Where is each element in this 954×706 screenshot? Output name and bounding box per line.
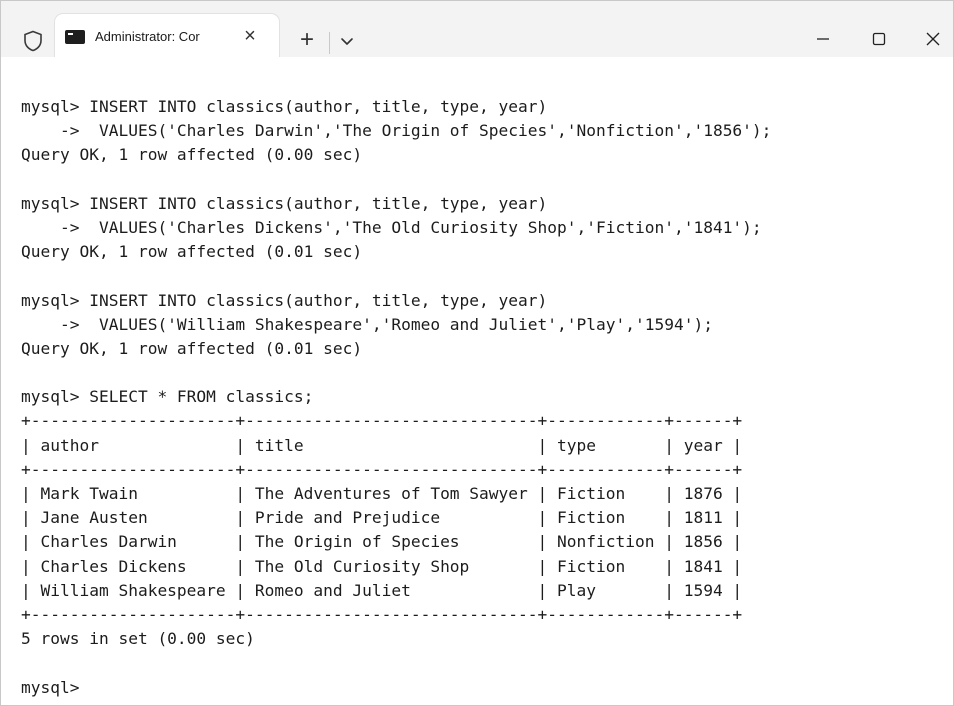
table-row: | William Shakespeare | Romeo and Juliet… <box>21 580 743 600</box>
table-row: | Jane Austen | Pride and Prejudice | Fi… <box>21 508 743 528</box>
maximize-button[interactable] <box>859 23 899 55</box>
terminal-line: mysql> INSERT INTO classics(author, titl… <box>21 193 548 213</box>
tab-close-button[interactable]: × <box>237 23 263 49</box>
table-row: | Charles Dickens | The Old Curiosity Sh… <box>21 556 743 576</box>
terminal-line: -> VALUES('Charles Dickens','The Old Cur… <box>21 217 762 237</box>
tab-separator <box>329 32 330 54</box>
terminal-prompt[interactable]: mysql> <box>21 676 771 700</box>
tab-administrator-console[interactable]: Administrator: Cor × <box>55 14 279 57</box>
chevron-down-icon[interactable] <box>335 28 359 54</box>
terminal-window: Administrator: Cor × + mysql> INSERT INT… <box>0 0 954 706</box>
new-tab-button[interactable]: + <box>293 27 321 55</box>
table-header-row: | author | title | type | year | <box>21 435 743 455</box>
terminal-line: Query OK, 1 row affected (0.01 sec) <box>21 242 363 262</box>
terminal-output[interactable]: mysql> INSERT INTO classics(author, titl… <box>1 57 953 705</box>
terminal-line: mysql> SELECT * FROM classics; <box>21 387 314 407</box>
terminal-line: mysql> INSERT INTO classics(author, titl… <box>21 290 548 310</box>
terminal-line: Query OK, 1 row affected (0.01 sec) <box>21 338 363 358</box>
title-bar[interactable]: Administrator: Cor × + <box>1 1 953 57</box>
close-window-button[interactable] <box>913 23 953 55</box>
shield-icon <box>24 30 42 52</box>
terminal-line: mysql> INSERT INTO classics(author, titl… <box>21 97 548 116</box>
terminal-line: -> VALUES('Charles Darwin','The Origin o… <box>21 121 772 141</box>
table-border: +---------------------+-----------------… <box>21 459 743 479</box>
terminal-text: mysql> INSERT INTO classics(author, titl… <box>21 95 771 700</box>
table-border: +---------------------+-----------------… <box>21 411 743 431</box>
table-row: | Charles Darwin | The Origin of Species… <box>21 532 743 552</box>
terminal-line: 5 rows in set (0.00 sec) <box>21 629 255 649</box>
tab-title: Administrator: Cor <box>95 29 200 44</box>
minimize-button[interactable] <box>803 23 843 55</box>
table-row: | Mark Twain | The Adventures of Tom Saw… <box>21 484 743 503</box>
terminal-line: Query OK, 1 row affected (0.00 sec) <box>21 145 363 165</box>
table-border: +---------------------+-----------------… <box>21 604 743 624</box>
terminal-line: -> VALUES('William Shakespeare','Romeo a… <box>21 314 713 334</box>
terminal-icon <box>65 30 85 44</box>
